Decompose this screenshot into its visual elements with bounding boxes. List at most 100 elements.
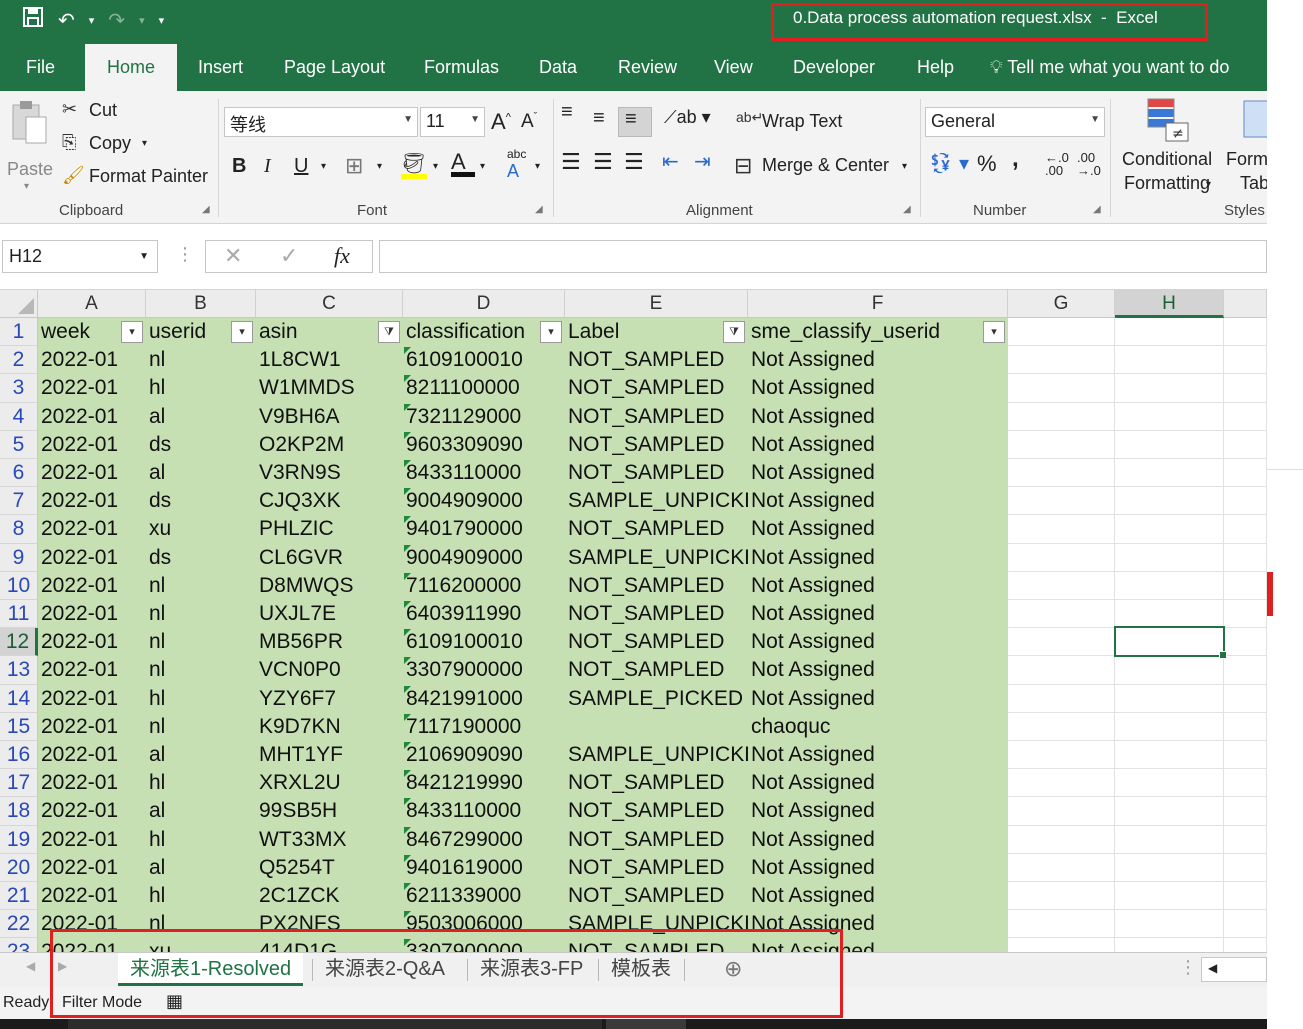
cell-week[interactable]: 2022-01	[38, 797, 146, 826]
cell-userid[interactable]: nl	[146, 346, 256, 375]
cell-sme[interactable]: Not Assigned	[748, 628, 1008, 657]
empty-cell[interactable]	[1115, 656, 1224, 685]
cell-sme[interactable]: Not Assigned	[748, 487, 1008, 516]
cell-sme[interactable]: Not Assigned	[748, 600, 1008, 629]
phonetic-icon[interactable]: abc A	[507, 147, 526, 182]
cell-week[interactable]: 2022-01	[38, 741, 146, 770]
column-header-d[interactable]: D	[403, 290, 565, 318]
cell-classification[interactable]: 9004909000	[403, 487, 565, 516]
cell-week[interactable]: 2022-01	[38, 487, 146, 516]
tab-page-layout[interactable]: Page Layout	[284, 44, 385, 91]
row-header[interactable]: 4	[0, 402, 38, 431]
cell-sme[interactable]: Not Assigned	[748, 825, 1008, 854]
cell-userid[interactable]: xu	[146, 515, 256, 544]
cell-sme[interactable]: Not Assigned	[748, 402, 1008, 431]
empty-cell[interactable]	[1115, 487, 1224, 516]
header-cell[interactable]: Label ⧩	[565, 318, 748, 347]
number-launcher-icon[interactable]: ◢	[1093, 204, 1101, 215]
cell-sme[interactable]: Not Assigned	[748, 515, 1008, 544]
row-header[interactable]: 12	[0, 628, 38, 657]
tell-me-search[interactable]: 💡︎ Tell me what you want to do	[990, 44, 1229, 91]
cell-week[interactable]: 2022-01	[38, 515, 146, 544]
row-header[interactable]: 23	[0, 938, 38, 952]
cell-asin[interactable]: W1MMDS	[256, 374, 403, 403]
cell-classification[interactable]: 8421991000	[403, 684, 565, 713]
cell-label[interactable]: SAMPLE_UNPICKE	[565, 487, 748, 516]
empty-cell[interactable]	[1224, 515, 1267, 544]
empty-cell[interactable]	[1224, 853, 1267, 882]
empty-cell[interactable]	[1224, 628, 1267, 657]
row-header[interactable]: 2	[0, 346, 38, 375]
cell-sme[interactable]: Not Assigned	[748, 882, 1008, 911]
empty-cell[interactable]	[1115, 515, 1224, 544]
empty-cell[interactable]	[1224, 741, 1267, 770]
cell-label[interactable]: NOT_SAMPLED	[565, 515, 748, 544]
save-icon[interactable]	[22, 6, 44, 34]
empty-cell[interactable]	[1115, 318, 1224, 347]
tab-formulas[interactable]: Formulas	[424, 44, 499, 91]
cell-sme[interactable]: Not Assigned	[748, 656, 1008, 685]
cell-label[interactable]: NOT_SAMPLED	[565, 346, 748, 375]
add-sheet-icon[interactable]: ⊕	[724, 956, 742, 982]
cell-userid[interactable]: nl	[146, 571, 256, 600]
sheet-tab-template[interactable]: 模板表	[599, 953, 683, 986]
row-header[interactable]: 3	[0, 374, 38, 403]
underline-dropdown-icon[interactable]: ▾	[321, 161, 326, 172]
formula-input[interactable]	[379, 240, 1267, 273]
cell-asin[interactable]: 99SB5H	[256, 797, 403, 826]
cell-asin[interactable]: D8MWQS	[256, 571, 403, 600]
redo-icon[interactable]: ↷	[108, 8, 125, 33]
empty-cell[interactable]	[1008, 459, 1115, 488]
row-header[interactable]: 22	[0, 910, 38, 939]
cell-asin[interactable]: UXJL7E	[256, 600, 403, 629]
empty-cell[interactable]	[1224, 571, 1267, 600]
column-header-a[interactable]: A	[38, 290, 146, 318]
align-left-icon[interactable]: ☰	[561, 149, 581, 175]
empty-cell[interactable]	[1008, 825, 1115, 854]
cell-sme[interactable]: Not Assigned	[748, 938, 1008, 952]
empty-cell[interactable]	[1224, 543, 1267, 572]
cell-week[interactable]: 2022-01	[38, 459, 146, 488]
cell-asin[interactable]: 2C1ZCK	[256, 882, 403, 911]
cell-week[interactable]: 2022-01	[38, 882, 146, 911]
row-header[interactable]: 17	[0, 769, 38, 798]
cell-sme[interactable]: Not Assigned	[748, 910, 1008, 939]
cell-classification[interactable]: 8421219990	[403, 769, 565, 798]
align-right-icon[interactable]: ☰	[624, 149, 644, 175]
cell-label[interactable]	[565, 712, 748, 741]
cell-asin[interactable]: CJQ3XK	[256, 487, 403, 516]
increase-indent-icon[interactable]: ⇥	[694, 149, 711, 174]
percent-button[interactable]: %	[977, 151, 997, 177]
cell-classification[interactable]: 8467299000	[403, 825, 565, 854]
empty-cell[interactable]	[1008, 346, 1115, 375]
cell-asin[interactable]: XRXL2U	[256, 769, 403, 798]
increase-decimal-icon[interactable]: ←.0.00	[1045, 151, 1069, 177]
cell-asin[interactable]: V9BH6A	[256, 402, 403, 431]
empty-cell[interactable]	[1008, 712, 1115, 741]
cell-userid[interactable]: xu	[146, 938, 256, 952]
empty-cell[interactable]	[1008, 853, 1115, 882]
font-color-icon[interactable]: A	[451, 149, 475, 177]
cell-classification[interactable]: 3307900000	[403, 938, 565, 952]
cancel-icon[interactable]: ✕	[224, 243, 242, 269]
accounting-format-icon[interactable]: 💱︎ ▾	[928, 151, 969, 176]
tab-insert[interactable]: Insert	[198, 44, 243, 91]
cell-classification[interactable]: 7117190000	[403, 712, 565, 741]
cell-sme[interactable]: Not Assigned	[748, 571, 1008, 600]
empty-cell[interactable]	[1115, 459, 1224, 488]
cell-userid[interactable]: ds	[146, 543, 256, 572]
cell-week[interactable]: 2022-01	[38, 684, 146, 713]
cell-week[interactable]: 2022-01	[38, 769, 146, 798]
sheet-tab-fp[interactable]: 来源表3-FP	[468, 953, 595, 986]
cell-sme[interactable]: Not Assigned	[748, 769, 1008, 798]
cell-week[interactable]: 2022-01	[38, 571, 146, 600]
tab-data[interactable]: Data	[539, 44, 577, 91]
format-as-table-button[interactable]: Form Tab	[1224, 97, 1267, 197]
cell-classification[interactable]: 6109100010	[403, 628, 565, 657]
empty-cell[interactable]	[1224, 825, 1267, 854]
cell-classification[interactable]: 9503006000	[403, 910, 565, 939]
cell-label[interactable]: NOT_SAMPLED	[565, 825, 748, 854]
cell-sme[interactable]: Not Assigned	[748, 374, 1008, 403]
empty-cell[interactable]	[1224, 684, 1267, 713]
cell-classification[interactable]: 6403911990	[403, 600, 565, 629]
